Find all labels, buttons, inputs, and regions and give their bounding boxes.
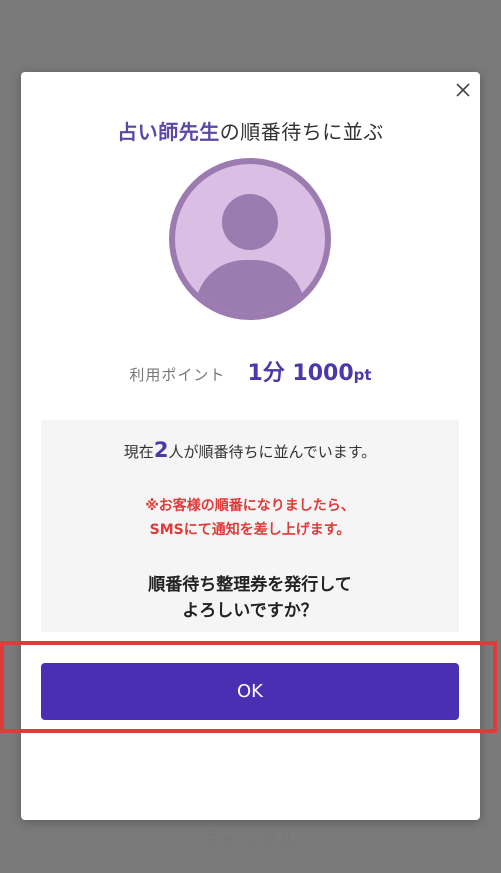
title-text: の順番待ちに並ぶ bbox=[219, 120, 384, 144]
points-label: 利用ポイント bbox=[129, 366, 226, 384]
avatar-body bbox=[195, 260, 305, 314]
fortune-teller-name: 占い師先生 bbox=[117, 120, 220, 144]
ok-button[interactable]: OK bbox=[41, 663, 459, 720]
queue-info-box: 現在2人が順番待ちに並んでいます。 ※お客様の順番になりましたら、 SMSにて通… bbox=[41, 420, 459, 632]
queue-count: 2 bbox=[153, 438, 169, 462]
cancel-button[interactable]: キャンセル bbox=[203, 829, 298, 850]
cancel-link-wrap: キャンセル bbox=[21, 825, 480, 851]
points-value: 1分 1000pt bbox=[247, 361, 372, 386]
sms-notice: ※お客様の順番になりましたら、 SMSにて通知を差し上げます。 bbox=[145, 498, 355, 538]
queue-status: 現在2人が順番待ちに並んでいます。 bbox=[123, 438, 377, 462]
close-icon[interactable] bbox=[453, 80, 473, 100]
modal-title: 占い師先生の順番待ちに並ぶ bbox=[21, 116, 480, 145]
avatar-head bbox=[222, 194, 278, 250]
user-avatar-icon bbox=[169, 158, 331, 320]
confirm-question: 順番待ち整理券を発行して よろしいですか？ bbox=[148, 575, 352, 621]
points-row: 利用ポイント 1分 1000pt bbox=[21, 355, 480, 386]
